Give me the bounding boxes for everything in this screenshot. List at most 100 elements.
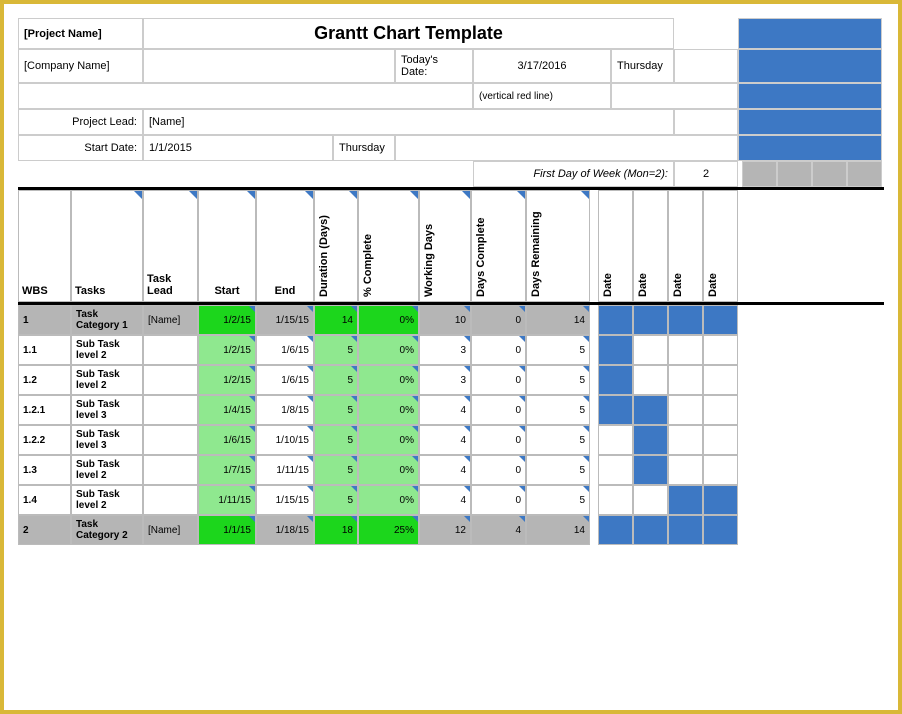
lead-cell[interactable]: [Name]: [143, 305, 198, 335]
start-cell[interactable]: 1/4/15: [198, 395, 256, 425]
first-day-value[interactable]: 2: [674, 161, 738, 187]
col-date-4[interactable]: Date: [703, 190, 738, 302]
percent-cell[interactable]: 0%: [358, 455, 419, 485]
days-remaining-cell[interactable]: 5: [526, 335, 590, 365]
duration-cell[interactable]: 5: [314, 395, 358, 425]
percent-cell[interactable]: 0%: [358, 395, 419, 425]
start-cell[interactable]: 1/2/15: [198, 305, 256, 335]
col-end[interactable]: End: [256, 190, 314, 302]
lead-cell[interactable]: [143, 425, 198, 455]
company-name[interactable]: [Company Name]: [18, 49, 143, 83]
working-days-cell[interactable]: 4: [419, 485, 471, 515]
percent-cell[interactable]: 0%: [358, 365, 419, 395]
task-cell[interactable]: Sub Task level 3: [71, 425, 143, 455]
end-cell[interactable]: 1/6/15: [256, 335, 314, 365]
days-remaining-cell[interactable]: 14: [526, 305, 590, 335]
end-cell[interactable]: 1/8/15: [256, 395, 314, 425]
lead-cell[interactable]: [143, 395, 198, 425]
working-days-cell[interactable]: 3: [419, 335, 471, 365]
start-cell[interactable]: 1/6/15: [198, 425, 256, 455]
project-lead[interactable]: [Name]: [143, 109, 674, 135]
working-days-cell[interactable]: 3: [419, 365, 471, 395]
duration-cell[interactable]: 5: [314, 455, 358, 485]
days-complete-cell[interactable]: 0: [471, 485, 526, 515]
days-complete-cell[interactable]: 0: [471, 365, 526, 395]
task-cell[interactable]: Sub Task level 2: [71, 335, 143, 365]
end-cell[interactable]: 1/18/15: [256, 515, 314, 545]
lead-cell[interactable]: [143, 365, 198, 395]
start-cell[interactable]: 1/1/15: [198, 515, 256, 545]
wbs-cell[interactable]: 1.2.1: [18, 395, 71, 425]
duration-cell[interactable]: 5: [314, 425, 358, 455]
col-tasks[interactable]: Tasks: [71, 190, 143, 302]
col-duration[interactable]: Duration (Days): [314, 190, 358, 302]
col-date-2[interactable]: Date: [633, 190, 668, 302]
col-start[interactable]: Start: [198, 190, 256, 302]
duration-cell[interactable]: 14: [314, 305, 358, 335]
col-working-days[interactable]: Working Days: [419, 190, 471, 302]
task-cell[interactable]: Sub Task level 2: [71, 365, 143, 395]
col-task-lead[interactable]: Task Lead: [143, 190, 198, 302]
duration-cell[interactable]: 5: [314, 335, 358, 365]
wbs-cell[interactable]: 1: [18, 305, 71, 335]
days-complete-cell[interactable]: 0: [471, 335, 526, 365]
task-cell[interactable]: Sub Task level 3: [71, 395, 143, 425]
days-complete-cell[interactable]: 4: [471, 515, 526, 545]
end-cell[interactable]: 1/11/15: [256, 455, 314, 485]
days-complete-cell[interactable]: 0: [471, 425, 526, 455]
days-remaining-cell[interactable]: 5: [526, 425, 590, 455]
days-remaining-cell[interactable]: 5: [526, 395, 590, 425]
task-cell[interactable]: Task Category 2: [71, 515, 143, 545]
project-name-cell[interactable]: [Project Name]: [18, 18, 143, 49]
task-cell[interactable]: Sub Task level 2: [71, 485, 143, 515]
wbs-cell[interactable]: 1.4: [18, 485, 71, 515]
working-days-cell[interactable]: 4: [419, 455, 471, 485]
percent-cell[interactable]: 0%: [358, 485, 419, 515]
lead-cell[interactable]: [143, 335, 198, 365]
days-remaining-cell[interactable]: 5: [526, 365, 590, 395]
percent-cell[interactable]: 0%: [358, 335, 419, 365]
days-remaining-cell[interactable]: 5: [526, 485, 590, 515]
col-wbs[interactable]: WBS: [18, 190, 71, 302]
working-days-cell[interactable]: 4: [419, 395, 471, 425]
duration-cell[interactable]: 5: [314, 365, 358, 395]
days-complete-cell[interactable]: 0: [471, 395, 526, 425]
days-complete-cell[interactable]: 0: [471, 305, 526, 335]
working-days-cell[interactable]: 4: [419, 425, 471, 455]
col-date-1[interactable]: Date: [598, 190, 633, 302]
task-cell[interactable]: Task Category 1: [71, 305, 143, 335]
wbs-cell[interactable]: 1.3: [18, 455, 71, 485]
col-date-3[interactable]: Date: [668, 190, 703, 302]
wbs-cell[interactable]: 1.2: [18, 365, 71, 395]
start-cell[interactable]: 1/2/15: [198, 335, 256, 365]
lead-cell[interactable]: [143, 455, 198, 485]
percent-cell[interactable]: 0%: [358, 425, 419, 455]
col-percent-complete[interactable]: % Complete: [358, 190, 419, 302]
end-cell[interactable]: 1/10/15: [256, 425, 314, 455]
percent-cell[interactable]: 25%: [358, 515, 419, 545]
end-cell[interactable]: 1/15/15: [256, 305, 314, 335]
task-cell[interactable]: Sub Task level 2: [71, 455, 143, 485]
wbs-cell[interactable]: 1.2.2: [18, 425, 71, 455]
days-complete-cell[interactable]: 0: [471, 455, 526, 485]
days-remaining-cell[interactable]: 14: [526, 515, 590, 545]
days-remaining-cell[interactable]: 5: [526, 455, 590, 485]
start-date[interactable]: 1/1/2015: [143, 135, 333, 161]
col-days-remaining[interactable]: Days Remaining: [526, 190, 590, 302]
duration-cell[interactable]: 5: [314, 485, 358, 515]
wbs-cell[interactable]: 2: [18, 515, 71, 545]
percent-cell[interactable]: 0%: [358, 305, 419, 335]
working-days-cell[interactable]: 12: [419, 515, 471, 545]
lead-cell[interactable]: [143, 485, 198, 515]
end-cell[interactable]: 1/6/15: [256, 365, 314, 395]
todays-date[interactable]: 3/17/2016: [473, 49, 611, 83]
duration-cell[interactable]: 18: [314, 515, 358, 545]
working-days-cell[interactable]: 10: [419, 305, 471, 335]
end-cell[interactable]: 1/15/15: [256, 485, 314, 515]
start-cell[interactable]: 1/2/15: [198, 365, 256, 395]
start-cell[interactable]: 1/7/15: [198, 455, 256, 485]
col-days-complete[interactable]: Days Complete: [471, 190, 526, 302]
wbs-cell[interactable]: 1.1: [18, 335, 71, 365]
lead-cell[interactable]: [Name]: [143, 515, 198, 545]
start-cell[interactable]: 1/11/15: [198, 485, 256, 515]
